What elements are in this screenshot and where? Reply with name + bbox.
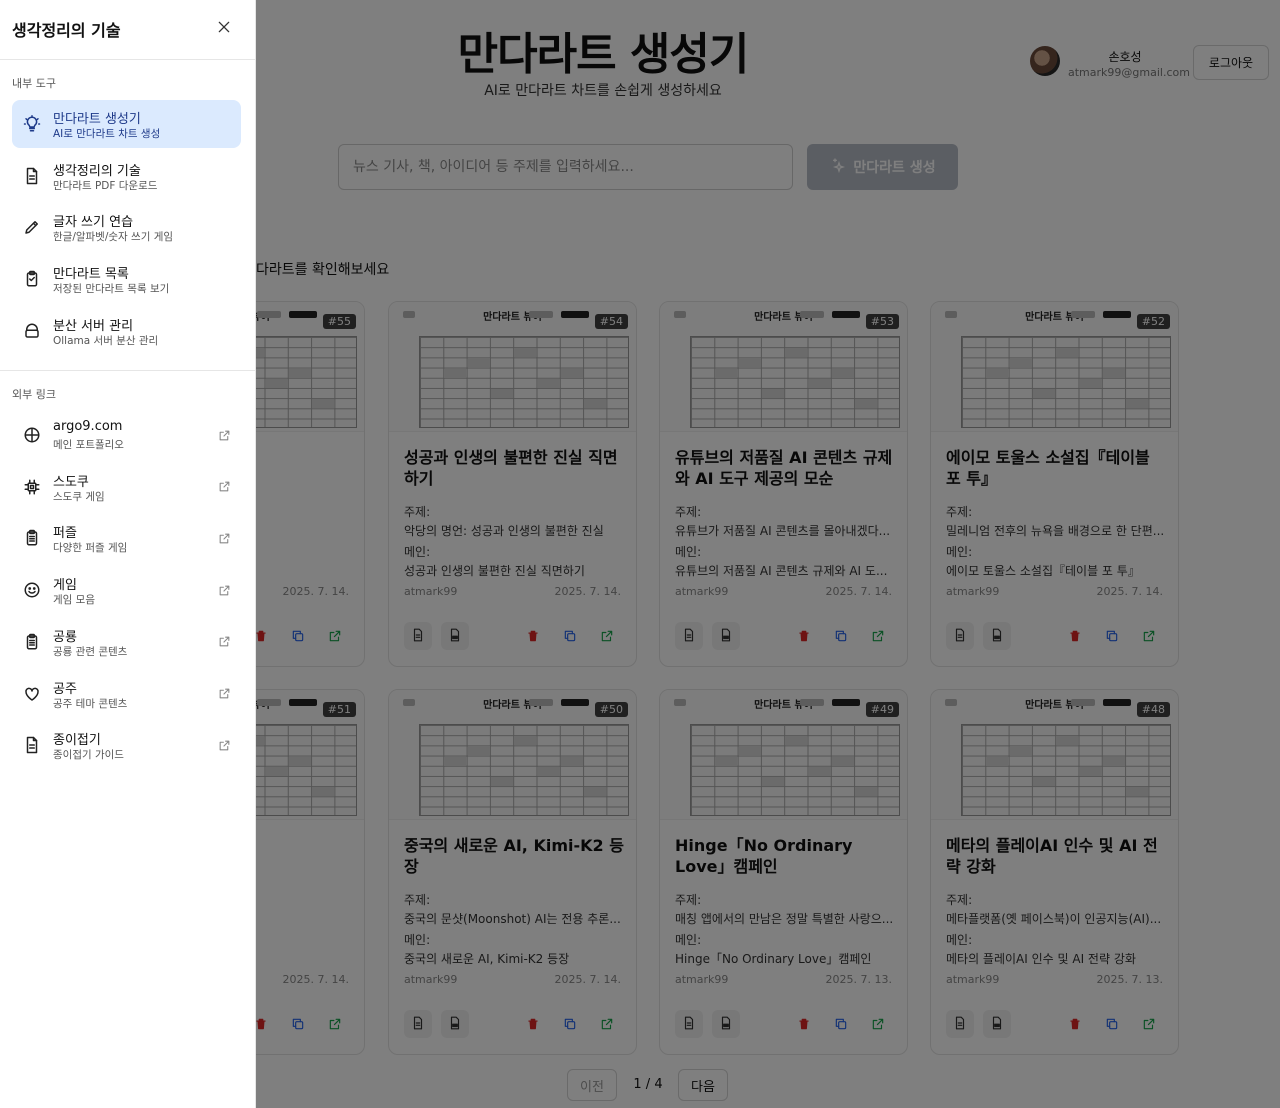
sidebar-item-label: 생각정리의 기술 (53, 163, 141, 179)
sidebar-divider (0, 59, 256, 60)
document-icon (22, 166, 42, 186)
clipboard-icon (22, 269, 42, 289)
sidebar-item[interactable]: 글자 쓰기 연습 한글/알파벳/숫자 쓰기 게임 (12, 203, 241, 251)
sidebar-divider (0, 370, 256, 371)
sidebar-item[interactable]: 스도쿠 스도쿠 게임 (12, 463, 241, 511)
external-link-icon (217, 635, 231, 649)
external-link-icon (217, 480, 231, 494)
sidebar-item-desc: AI로 만다라트 차트 생성 (53, 128, 161, 140)
sidebar-item[interactable]: 게임 게임 모음 (12, 566, 241, 614)
document-icon (22, 735, 42, 755)
external-link-icon (217, 738, 231, 752)
clipboard-list-icon (22, 528, 42, 548)
sidebar-item[interactable]: 만다라트 목록 저장된 만다라트 목록 보기 (12, 255, 241, 303)
sidebar-item-desc: Ollama 서버 분산 관리 (53, 334, 159, 347)
pencil-icon (22, 217, 42, 237)
sidebar-item-label: 만다라트 목록 (53, 267, 129, 283)
clipboard-list-icon (22, 632, 42, 652)
sidebar-title: 생각정리의 기술 (12, 21, 121, 40)
sidebar-item-desc: 스도쿠 게임 (53, 490, 105, 503)
external-link-icon (217, 687, 231, 701)
chip-icon (22, 477, 42, 497)
close-sidebar-button[interactable] (212, 16, 236, 40)
sidebar-item-label: 스도쿠 (53, 474, 89, 490)
sidebar-item-desc: 다양한 퍼즐 게임 (53, 542, 128, 555)
sidebar-item[interactable]: 만다라트 생성기 AI로 만다라트 차트 생성 (12, 100, 241, 148)
heart-icon (22, 684, 42, 704)
sidebar-item[interactable]: 분산 서버 관리 Ollama 서버 분산 관리 (12, 307, 241, 355)
sidebar-item-label: 종이접기 (53, 733, 101, 749)
external-links-heading: 외부 링크 (12, 388, 56, 401)
sidebar-item[interactable]: 퍼즐 다양한 퍼즐 게임 (12, 514, 241, 562)
external-link-icon (217, 583, 231, 597)
sidebar-item-desc: 공주 테마 콘텐츠 (53, 697, 128, 710)
sidebar-item-desc: 한글/알파벳/숫자 쓰기 게임 (53, 231, 174, 244)
sidebar-item-desc: 공룡 관련 콘텐츠 (53, 645, 128, 658)
external-link-icon (217, 428, 231, 442)
sidebar-item-desc: 저장된 만다라트 목록 보기 (53, 283, 170, 296)
lightbulb-icon (22, 114, 42, 134)
sidebar-item-desc: 만다라트 PDF 다운로드 (53, 179, 158, 192)
sidebar-item-label: 공룡 (53, 629, 77, 645)
sidebar-item-desc: 메인 포트폴리오 (53, 439, 124, 451)
sidebar: 생각정리의 기술 내부 도구 만다라트 생성기 AI로 만다라트 차트 생성 생각정… (0, 0, 256, 1108)
sidebar-item[interactable]: 공룡 공룡 관련 콘텐츠 (12, 618, 241, 666)
smile-icon (22, 580, 42, 600)
sidebar-item-desc: 종이접기 가이드 (53, 749, 124, 762)
sidebar-item[interactable]: argo9.com 메인 포트폴리오 (12, 411, 241, 459)
sidebar-item-label: argo9.com (53, 419, 123, 434)
sidebar-item-label: 만다라트 생성기 (53, 112, 141, 127)
sidebar-item-label: 글자 쓰기 연습 (53, 215, 134, 231)
server-icon (22, 321, 42, 341)
sidebar-item[interactable]: 생각정리의 기술 만다라트 PDF 다운로드 (12, 152, 241, 200)
sidebar-item[interactable]: 공주 공주 테마 콘텐츠 (12, 670, 241, 718)
external-link-icon (217, 531, 231, 545)
sidebar-item-desc: 게임 모음 (53, 594, 95, 607)
close-icon (216, 19, 232, 38)
sidebar-item-label: 분산 서버 관리 (53, 318, 134, 334)
globe-icon (22, 425, 42, 445)
sidebar-item-label: 게임 (53, 578, 77, 594)
sidebar-item-label: 퍼즐 (53, 526, 77, 542)
sidebar-item-label: 공주 (53, 681, 77, 697)
sidebar-item[interactable]: 종이접기 종이접기 가이드 (12, 721, 241, 769)
internal-tools-heading: 내부 도구 (12, 77, 56, 90)
